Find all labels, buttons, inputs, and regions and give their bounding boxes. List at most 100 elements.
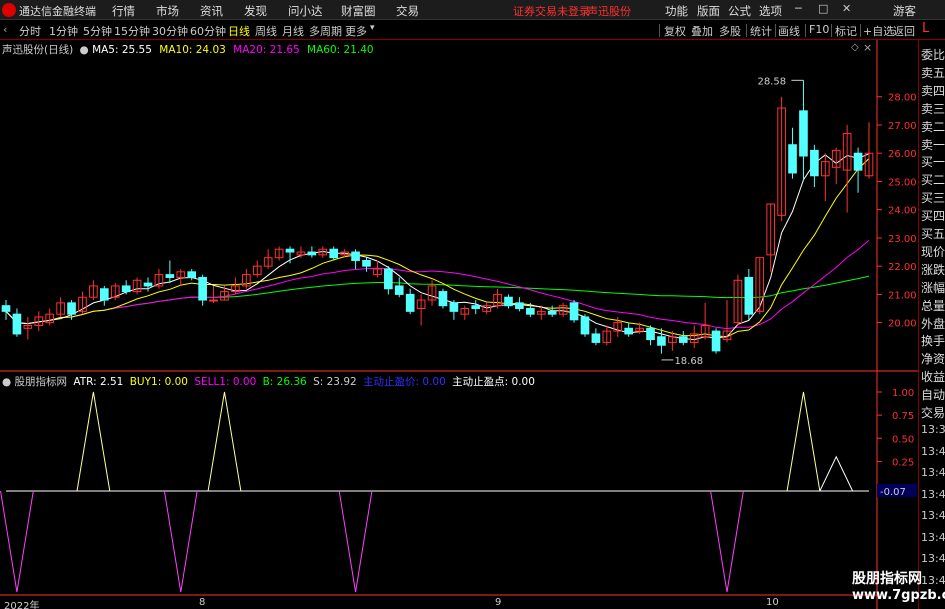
candle-body — [799, 110, 808, 157]
panel-field-label: 净资 — [921, 352, 945, 367]
indicator-tick-label: 0.50 — [892, 434, 914, 445]
candle-body — [547, 310, 557, 315]
panel-field-label: 委比 — [921, 48, 945, 62]
candle-body — [121, 285, 131, 293]
menu-ask[interactable]: 问小达 — [288, 3, 323, 19]
candle-body — [744, 276, 754, 315]
tab-weekly[interactable]: 周线 — [255, 23, 277, 39]
menu-quotes[interactable]: 行情 — [112, 3, 135, 19]
mark-button[interactable]: 标记 — [835, 23, 857, 39]
panel-field-label: 买五 — [921, 227, 945, 241]
minimize-icon[interactable]: ─ — [795, 2, 802, 15]
sell-signal-spike — [710, 490, 744, 593]
panel-field-label: 总量 — [921, 298, 945, 313]
menu-news[interactable]: 资讯 — [200, 3, 223, 19]
options-button[interactable]: 选项 — [759, 3, 782, 19]
candle-body — [285, 248, 295, 253]
toolbar-collapse-icon[interactable]: ‹ — [3, 23, 7, 36]
back-button[interactable]: 返回 — [893, 23, 915, 39]
formula-button[interactable]: 公式 — [728, 3, 751, 19]
panel-field-label: 收益 — [921, 370, 945, 385]
panel-field-label: 卖四 — [921, 83, 945, 98]
candle-body — [99, 288, 109, 301]
panel-field-label: 外盘 — [921, 316, 945, 331]
adjust-button[interactable]: 复权 — [664, 23, 686, 39]
panel-field-label: 卖二 — [921, 119, 945, 134]
sell-signal-spike — [0, 490, 34, 593]
login-notice[interactable]: 证券交易未登录 — [513, 3, 590, 19]
menu-trade[interactable]: 交易 — [396, 3, 419, 19]
menu-market[interactable]: 市场 — [156, 3, 179, 19]
trade-time-label: 13:40 — [921, 444, 945, 458]
panel-field-label: 买四 — [921, 209, 945, 224]
date-label-oct: 10 — [766, 597, 779, 608]
stats-button[interactable]: 统计 — [750, 23, 772, 39]
ma5-line — [5, 153, 870, 341]
maximize-icon[interactable]: □ — [818, 2, 828, 15]
tab-60min[interactable]: 60分钟 — [190, 23, 226, 39]
panel-field-label: 现价 — [921, 244, 945, 259]
candle-body — [853, 152, 863, 171]
app-title: 通达信金融终端 — [19, 5, 96, 18]
tab-5min[interactable]: 5分钟 — [83, 23, 112, 39]
overlay-button[interactable]: 叠加 — [691, 23, 713, 39]
trade-time-label: 13:40 — [921, 487, 945, 501]
tab-monthly[interactable]: 月线 — [282, 23, 304, 39]
candle-body — [515, 302, 524, 310]
y-tick-label: 20.00 — [888, 319, 917, 330]
indicator-tick-label: 0.25 — [892, 457, 914, 468]
y-tick-label: 28.00 — [888, 93, 917, 104]
date-label-year: 2022年 — [4, 601, 40, 609]
baseline-value-label: -0.07 — [880, 487, 906, 498]
sell-signal-spike — [338, 490, 373, 593]
date-label-sep: 9 — [495, 597, 502, 608]
buy-signal-spike — [207, 391, 242, 492]
chart-area[interactable]: 20.00 21.00 22.00 23.00 24.00 25.00 26.00 27.00… — [0, 40, 918, 609]
candle-body — [394, 285, 404, 295]
tab-daily[interactable]: 日线 — [228, 23, 250, 39]
candle-body — [624, 327, 633, 335]
menu-wealth[interactable]: 财富圈 — [341, 3, 376, 19]
trade-time-label: 13:41 — [921, 530, 945, 544]
panel-field-label: 卖三 — [921, 101, 945, 116]
candle-body — [711, 330, 721, 352]
candle-body — [471, 305, 481, 310]
indicator-tick-label: 1.00 — [892, 388, 914, 399]
add-watchlist-button[interactable]: +自选 — [863, 23, 894, 39]
panel-toggle-label[interactable]: L — [922, 21, 929, 36]
guest-label[interactable]: 游客 — [893, 3, 916, 19]
more-dropdown-icon[interactable]: ▾ — [370, 23, 375, 33]
draw-line-button[interactable]: 画线 — [778, 23, 800, 39]
multi-stock-button[interactable]: 多股 — [719, 23, 741, 39]
candle-body — [351, 251, 360, 262]
trade-time-label: 13:41 — [921, 573, 945, 587]
candle-body — [580, 316, 590, 335]
candle-body — [504, 296, 513, 307]
function-button[interactable]: 功能 — [665, 3, 688, 19]
tab-multi-period[interactable]: 多周期 — [309, 23, 342, 39]
candle-body — [591, 333, 601, 343]
sell-signal-spike — [163, 490, 198, 593]
candle-body — [657, 336, 666, 346]
f10-button[interactable]: F10 — [809, 23, 829, 36]
quote-side-panel: 委比 卖五 卖四 卖三 卖二 卖一 买一 买二 买三 买四 买五 现价 涨跌 涨幅 总量 外盘 换手 净资 收益 自动… — [918, 40, 945, 609]
tab-15min[interactable]: 15分钟 — [114, 23, 150, 39]
candle-body — [449, 302, 459, 312]
tab-1min[interactable]: 1分钟 — [49, 23, 78, 39]
tab-intraday[interactable]: 分时 — [19, 23, 41, 39]
menu-discover[interactable]: 发现 — [244, 3, 267, 19]
tab-30min[interactable]: 30分钟 — [152, 23, 188, 39]
y-tick-label: 23.00 — [888, 234, 917, 245]
close-icon[interactable]: ✕ — [842, 2, 851, 15]
date-label-aug: 8 — [199, 597, 206, 608]
low-price-annotation: 18.68 — [674, 356, 703, 367]
layout-button[interactable]: 版面 — [697, 3, 720, 19]
candle-body — [405, 293, 415, 312]
trade-time-label: 13:40 — [921, 466, 945, 479]
high-price-annotation: 28.58 — [757, 76, 786, 87]
panel-field-label: 买一 — [921, 155, 945, 170]
tab-more[interactable]: 更多 — [345, 23, 367, 39]
candle-body — [1, 305, 11, 312]
buy-signal-spike — [786, 391, 821, 492]
candle-body — [143, 282, 153, 287]
